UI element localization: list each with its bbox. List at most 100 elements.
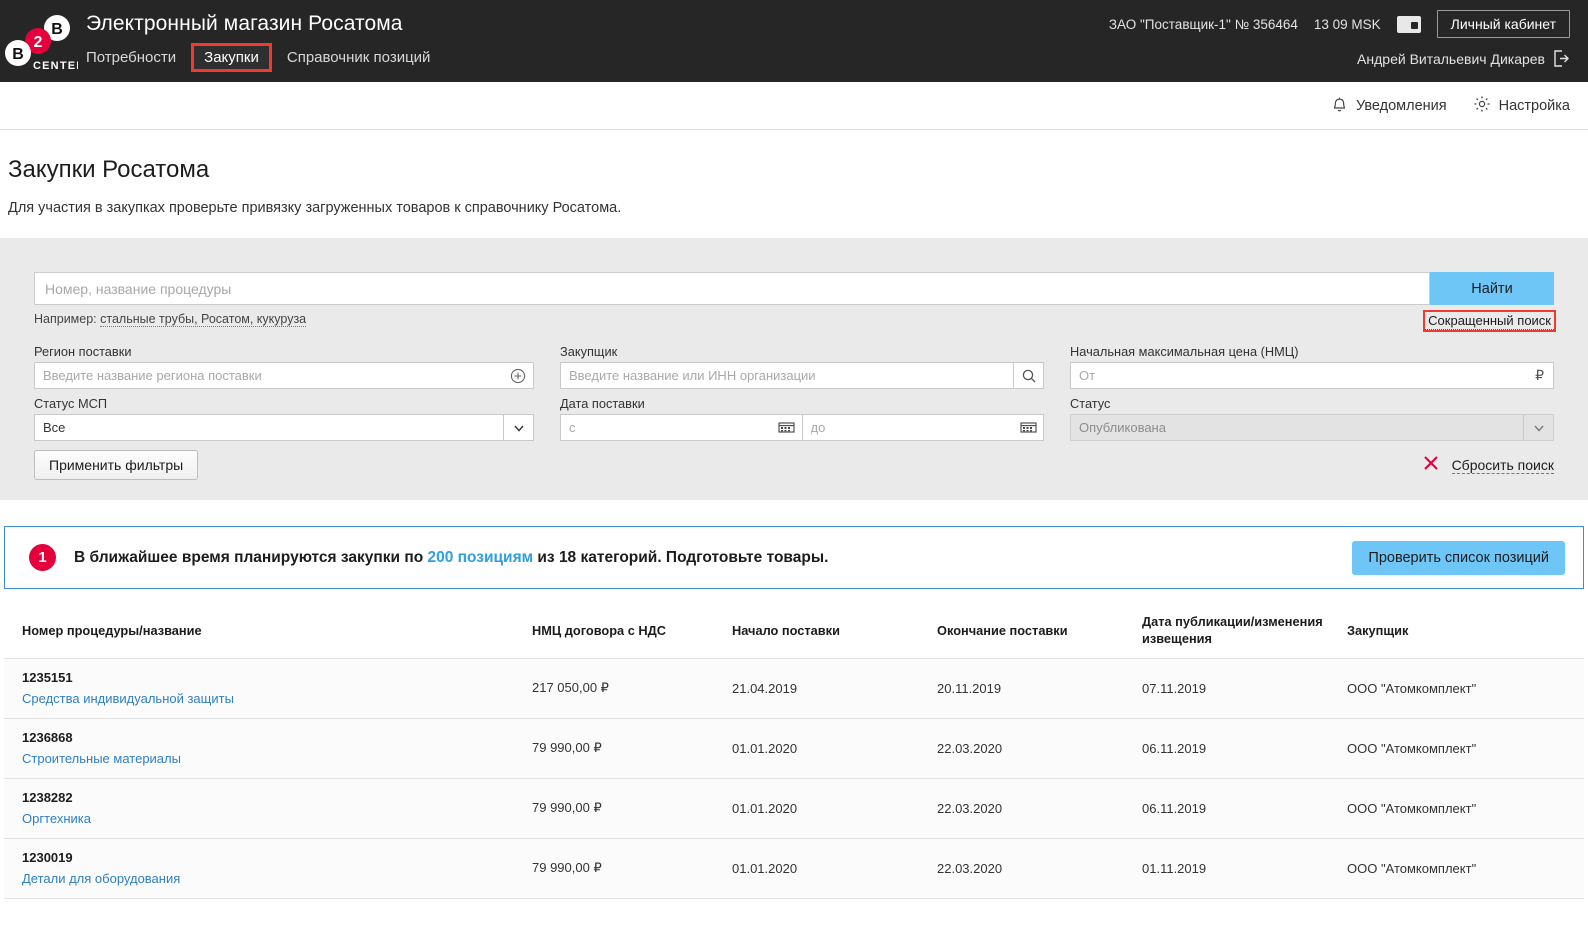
price-from-input[interactable] [1071,363,1535,388]
cell-publication-date: 07.11.2019 [1142,681,1347,696]
plus-circle-icon[interactable] [503,363,533,388]
notifications-label: Уведомления [1356,98,1447,114]
cell-delivery-end: 22.03.2020 [937,861,1142,876]
settings-label: Настройка [1499,98,1570,114]
delivery-date-from-input[interactable] [561,415,772,440]
nav-item-spravochnik[interactable]: Справочник позиций [277,46,441,69]
filter-actions: Применить фильтры Сбросить поиск [34,450,1554,480]
nav-item-zakupki[interactable]: Закупки [194,46,269,69]
table-row[interactable]: 1230019 Детали для оборудования 79 990,0… [4,839,1584,899]
procedure-number: 1235151 [22,670,532,685]
procedure-number: 1236868 [22,730,532,745]
price-label: Начальная максимальная цена (НМЦ) [1070,344,1554,359]
region-input[interactable] [35,363,503,388]
table-row[interactable]: 1235151 Средства индивидуальной защиты 2… [4,659,1584,719]
status-select[interactable]: Опубликована [1070,414,1554,441]
region-label: Регион поставки [34,344,534,359]
calendar-icon[interactable] [1013,415,1043,440]
procedure-name-link[interactable]: Строительные материалы [22,751,532,766]
msp-status-select[interactable]: Все [34,414,534,441]
column-header-buyer: Закупщик [1347,622,1584,639]
status-value: Опубликована [1071,420,1523,435]
filter-field-region: Регион поставки [34,344,534,389]
cell-delivery-start: 01.01.2020 [732,801,937,816]
brand-title: Электронный магазин Росатома [86,12,403,36]
utility-bar: Уведомления Настройка [0,82,1588,130]
cell-price: 79 990,00 ₽ [532,800,732,816]
user-name: Андрей Витальевич Дикарев [1357,51,1545,67]
buyer-input[interactable] [561,363,1013,388]
notifications-button[interactable]: Уведомления [1331,95,1447,117]
main-navigation: Потребности Закупки Справочник позиций [86,46,440,69]
apply-filters-button[interactable]: Применить фильтры [34,450,198,480]
banner-message: В ближайшее время планируются закупки по… [74,549,828,567]
page-subtitle: Для участия в закупках проверьте привязк… [8,200,1588,216]
cell-buyer: ООО "Атомкомплект" [1347,861,1584,876]
msp-status-value: Все [35,420,503,435]
reset-search-label: Сбросить поиск [1452,457,1554,474]
settings-button[interactable]: Настройка [1473,95,1570,117]
status-label: Статус [1070,396,1554,411]
table-row[interactable]: 1238282 Оргтехника 79 990,00 ₽ 01.01.202… [4,779,1584,839]
banner-positions-link[interactable]: 200 позициям [428,549,534,566]
cell-delivery-start: 01.01.2020 [732,861,937,876]
cell-delivery-end: 22.03.2020 [937,801,1142,816]
personal-cabinet-button[interactable]: Личный кабинет [1437,10,1570,38]
procedure-name-link[interactable]: Детали для оборудования [22,871,532,886]
cell-delivery-start: 01.01.2020 [732,741,937,756]
cell-delivery-start: 21.04.2019 [732,681,937,696]
cell-buyer: ООО "Атомкомплект" [1347,681,1584,696]
search-filter-panel: Найти Например: стальные трубы, Росатом,… [0,238,1588,500]
procurements-table: Номер процедуры/название НМЦ договора с … [4,613,1584,899]
company-label: ЗАО "Поставщик-1" № 356464 [1109,17,1298,32]
table-header-row: Номер процедуры/название НМЦ договора с … [4,613,1584,659]
bell-icon [1331,95,1348,117]
table-row[interactable]: 1236868 Строительные материалы 79 990,00… [4,719,1584,779]
cell-delivery-end: 20.11.2019 [937,681,1142,696]
delivery-date-label: Дата поставки [560,396,1044,411]
search-icon[interactable] [1013,363,1043,388]
cell-procedure: 1238282 Оргтехника [22,790,532,826]
wallet-icon[interactable] [1397,16,1421,33]
chevron-down-icon[interactable] [503,415,533,440]
svg-text:2: 2 [34,34,43,51]
search-hint-examples[interactable]: стальные трубы, Росатом, кукуруза [100,312,306,327]
cell-price: 217 050,00 ₽ [532,680,732,696]
chevron-down-icon[interactable] [1523,415,1553,440]
filter-field-buyer: Закупщик [560,344,1044,389]
nav-item-potrebnosti[interactable]: Потребности [86,46,186,69]
logout-icon[interactable] [1553,50,1570,67]
close-x-icon [1422,454,1440,477]
search-hint-row: Например: стальные трубы, Росатом, кукур… [34,312,1554,330]
filter-field-delivery-date: Дата поставки [560,396,1044,441]
b2b-center-logo[interactable]: B 2 B CENTER [4,6,78,76]
ruble-icon: ₽ [1535,367,1553,384]
delivery-date-to-input[interactable] [803,415,1014,440]
procedure-name-link[interactable]: Средства индивидуальной защиты [22,691,532,706]
banner-text-after: из 18 категорий. Подготовьте товары. [533,549,828,566]
procedure-number: 1238282 [22,790,532,805]
check-positions-button[interactable]: Проверить список позиций [1352,541,1565,575]
cell-procedure: 1235151 Средства индивидуальной защиты [22,670,532,706]
cell-publication-date: 06.11.2019 [1142,741,1347,756]
search-input[interactable] [34,272,1430,305]
page-container: Закупки Росатома Для участия в закупках … [0,156,1588,899]
column-header-price: НМЦ договора с НДС [532,622,732,639]
banner-text-before: В ближайшее время планируются закупки по [74,549,428,566]
filter-field-msp-status: Статус МСП Все [34,396,534,441]
column-header-procedure: Номер процедуры/название [22,622,532,639]
procedure-name-link[interactable]: Оргтехника [22,811,532,826]
status-badge: 1 [29,544,56,571]
column-header-publication-date: Дата публикации/изменения извещения [1142,613,1347,648]
reset-search-button[interactable]: Сбросить поиск [1422,454,1554,477]
planned-purchases-banner: 1 В ближайшее время планируются закупки … [4,526,1584,589]
header-right-cluster: ЗАО "Поставщик-1" № 356464 13 09 MSK Лич… [1109,10,1570,67]
short-search-link[interactable]: Сокращенный поиск [1425,312,1554,330]
search-hint: Например: стальные трубы, Росатом, кукур… [34,312,306,326]
search-submit-button[interactable]: Найти [1430,272,1554,305]
svg-text:CENTER: CENTER [33,60,78,72]
cell-procedure: 1236868 Строительные материалы [22,730,532,766]
calendar-icon[interactable] [772,415,802,440]
procedure-number: 1230019 [22,850,532,865]
cell-buyer: ООО "Атомкомплект" [1347,741,1584,756]
